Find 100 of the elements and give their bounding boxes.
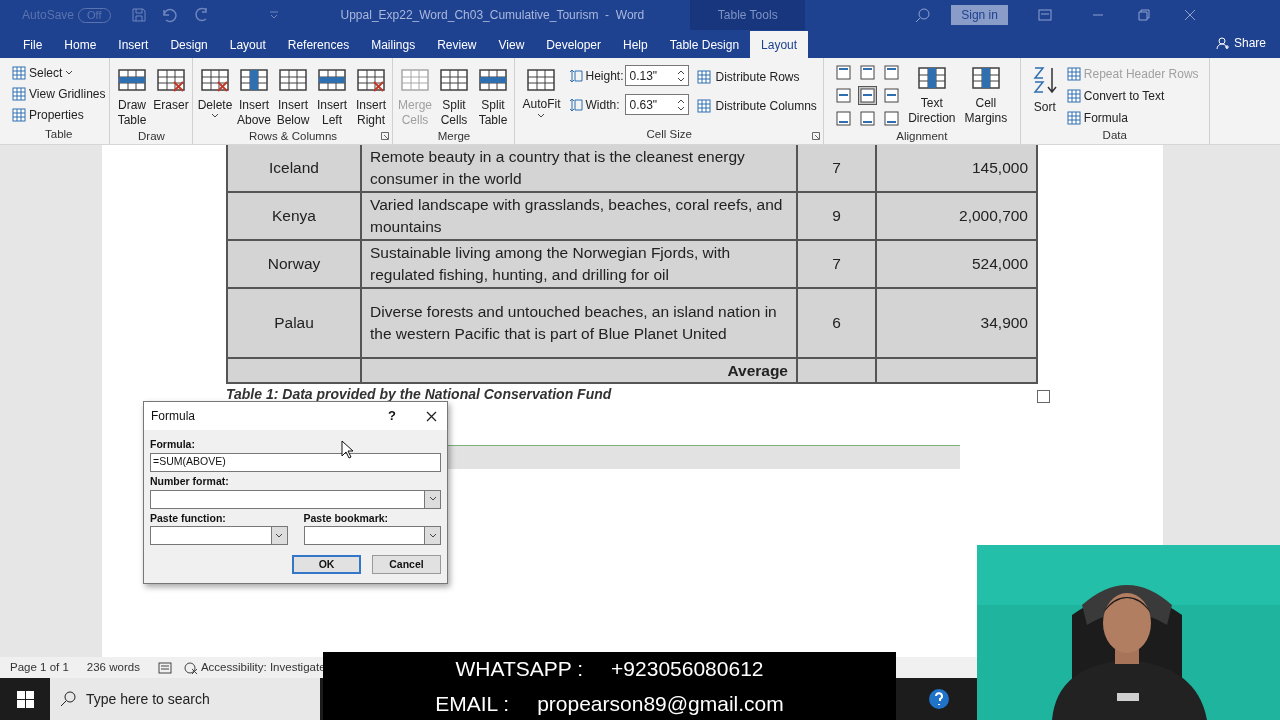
- number-format-dropdown[interactable]: [150, 489, 441, 509]
- table-cell: 7: [797, 145, 876, 192]
- ribbon-tab[interactable]: Help: [612, 31, 659, 58]
- help-icon[interactable]: [928, 688, 950, 710]
- dialog-launcher-icon[interactable]: [381, 132, 390, 140]
- ribbon-button[interactable]: Draw Table: [112, 65, 152, 128]
- caret-icon: [275, 532, 283, 539]
- caret-icon: [428, 496, 437, 502]
- share-button[interactable]: Share: [1215, 34, 1266, 52]
- sort-button[interactable]: Sort: [1030, 65, 1059, 127]
- alignment-button[interactable]: [857, 63, 877, 82]
- proofing-icon[interactable]: [157, 661, 172, 674]
- group-title: Data: [1102, 128, 1127, 143]
- windows-start-icon[interactable]: [17, 690, 34, 708]
- table-icon: [1066, 111, 1081, 125]
- ribbon-tab[interactable]: Developer: [535, 31, 612, 58]
- ribbon-button[interactable]: Delete: [195, 65, 235, 128]
- caret-icon: [65, 70, 74, 76]
- table-icon: [12, 66, 26, 80]
- sign-in-button[interactable]: Sign in: [951, 5, 1008, 25]
- table-resize-handle[interactable]: [1037, 390, 1050, 404]
- size-label: Width:: [585, 96, 621, 114]
- table-icon: [12, 108, 26, 122]
- ribbon-tab[interactable]: Review: [426, 31, 488, 58]
- ribbon-button[interactable]: Insert Above: [234, 65, 274, 128]
- redo-icon[interactable]: [192, 7, 209, 23]
- cancel-button[interactable]: Cancel: [372, 555, 441, 575]
- alignment-button[interactable]: [833, 63, 853, 82]
- alignment-button[interactable]: [857, 86, 877, 105]
- accessibility-status[interactable]: Accessibility: Investigate: [183, 658, 326, 677]
- word-count[interactable]: 236 words: [86, 658, 140, 677]
- group-title: Rows & Columns: [248, 129, 338, 144]
- group-title: Cell Size: [646, 126, 692, 142]
- dialog-title: Formula: [151, 408, 195, 425]
- table-icon: [1066, 67, 1081, 81]
- contact-value: propearson89@gmail.com: [537, 690, 784, 717]
- ribbon-tab[interactable]: Home: [53, 31, 108, 58]
- spin-arrows-icon: [677, 97, 686, 112]
- context-label: Table Tools: [690, 0, 806, 30]
- person-icon: [1215, 36, 1230, 50]
- ribbon-button[interactable]: Insert Right: [351, 65, 391, 128]
- ribbon-button[interactable]: Formula: [1066, 109, 1199, 127]
- ribbon-tab[interactable]: References: [276, 31, 361, 58]
- ribbon-button[interactable]: View Gridlines: [12, 85, 106, 103]
- ribbon-tab[interactable]: File: [12, 31, 54, 58]
- search-icon: [60, 691, 76, 707]
- ribbon-button[interactable]: Convert to Text: [1066, 87, 1199, 105]
- table-cell: Iceland: [227, 145, 361, 192]
- table-cell: Sustainable living among the Norwegian Fjords, with regulated fishing, hunting, and drilling for oil: [361, 240, 797, 288]
- alignment-button[interactable]: [881, 86, 901, 105]
- table-cell: Palau: [227, 288, 361, 358]
- ribbon-button[interactable]: Distribute Columns: [697, 97, 817, 115]
- alignment-button[interactable]: [881, 109, 901, 128]
- ribbon-button[interactable]: Text Direction: [907, 63, 956, 128]
- paste-dropdown[interactable]: [150, 526, 288, 546]
- autofit-button[interactable]: AutoFit: [521, 65, 562, 119]
- dialog-launcher-icon[interactable]: [811, 132, 820, 140]
- ok-button[interactable]: OK: [292, 555, 361, 575]
- ribbon-button[interactable]: Insert Left: [312, 65, 352, 128]
- ribbon-button[interactable]: Split Cells: [434, 65, 474, 128]
- customize-icon[interactable]: [268, 10, 279, 20]
- ribbon-button[interactable]: Distribute Rows: [697, 68, 817, 86]
- caret-icon: [537, 113, 546, 119]
- page-count[interactable]: Page 1 of 1: [10, 658, 69, 677]
- paste-dropdown[interactable]: [303, 526, 441, 546]
- ribbon-button[interactable]: Select: [12, 64, 106, 82]
- ribbon-button[interactable]: Split Table: [473, 65, 513, 128]
- table-cell: 6: [797, 288, 876, 358]
- formula-field[interactable]: =SUM(ABOVE): [150, 452, 441, 472]
- mouse-pointer-icon: [341, 440, 354, 459]
- taskbar-search-field[interactable]: Type here to search: [50, 678, 320, 720]
- table-cell: Remote beauty in a country that is the cleanest energy consumer in the world: [361, 145, 797, 192]
- ribbon-button[interactable]: Properties: [12, 106, 106, 124]
- restore-icon[interactable]: [1137, 9, 1150, 21]
- autosave-label: AutoSave: [22, 7, 75, 24]
- ribbon-button[interactable]: Cell Margins: [961, 63, 1010, 128]
- ribbon-tab[interactable]: Layout: [750, 31, 809, 58]
- field-label: Number format:: [150, 473, 229, 489]
- undo-icon[interactable]: [160, 7, 179, 23]
- size-spin-field[interactable]: 0.63": [625, 94, 690, 115]
- alignment-button[interactable]: [881, 63, 901, 82]
- ribbon-tab[interactable]: Layout: [218, 31, 277, 58]
- ribbon-tab[interactable]: Mailings: [360, 31, 427, 58]
- group-title: Draw: [138, 129, 165, 144]
- ribbon-button[interactable]: Insert Below: [273, 65, 313, 128]
- ribbon-button[interactable]: Eraser: [151, 65, 191, 128]
- help-button[interactable]: ?: [388, 406, 396, 426]
- search-icon[interactable]: [915, 7, 932, 23]
- table-cell: Average: [361, 358, 797, 384]
- table-cell: 34,900: [876, 288, 1037, 358]
- alignment-button[interactable]: [833, 109, 853, 128]
- ribbon-tab[interactable]: Design: [159, 31, 219, 58]
- ribbon-tab[interactable]: Table Design: [658, 31, 751, 58]
- ribbon-tab[interactable]: View: [487, 31, 536, 58]
- ribbon-tab[interactable]: Insert: [107, 31, 160, 58]
- caret-icon: [428, 532, 437, 539]
- alignment-button[interactable]: [833, 86, 853, 105]
- alignment-button[interactable]: [857, 109, 877, 128]
- size-spin-field[interactable]: 0.13": [625, 65, 690, 86]
- close-icon[interactable]: [426, 410, 437, 422]
